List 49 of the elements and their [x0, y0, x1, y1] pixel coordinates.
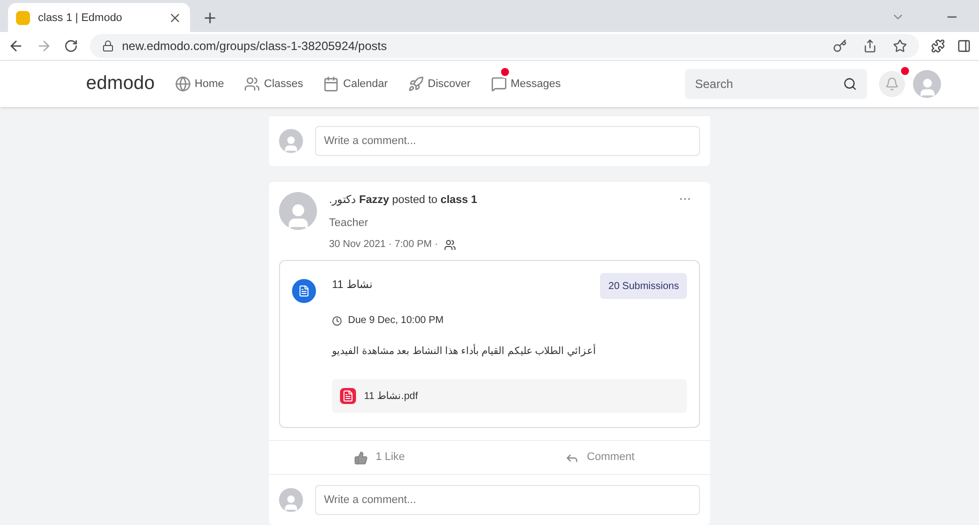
tab-title: class 1 | Edmodo: [38, 10, 124, 26]
side-panel-icon[interactable]: [957, 39, 971, 54]
avatar-icon: [279, 129, 303, 153]
comment-button[interactable]: Comment: [490, 449, 710, 466]
comment-input-field[interactable]: Write a comment...: [315, 126, 700, 156]
address-text: new.edmodo.com/groups/class-1-38205924/posts: [122, 38, 388, 56]
search-icon[interactable]: [843, 76, 857, 91]
bell-icon: [885, 76, 899, 91]
assignment-description: أعزائي الطلاب عليكم القيام بأداء هذا النشاط بعد مشاهدة الفيديو: [332, 344, 687, 359]
search-field[interactable]: Search: [685, 68, 867, 99]
class-icon: [444, 238, 456, 250]
thumbs-up-icon: [354, 450, 368, 464]
reload-icon[interactable]: [64, 39, 78, 54]
address-bar[interactable]: new.edmodo.com/groups/class-1-38205924/posts: [90, 34, 919, 58]
nav-link[interactable]: Discover: [408, 76, 471, 92]
nav-link[interactable]: Home: [174, 76, 224, 92]
post-date: 30 Nov 2021 · 7:00 PM ·: [329, 238, 438, 252]
nav-item-icon: [174, 76, 191, 92]
avatar-icon: [279, 488, 303, 512]
share-icon[interactable]: [863, 39, 877, 54]
author-role: Teacher: [329, 216, 370, 230]
pdf-file-icon: [340, 388, 356, 404]
nav-item-icon: [244, 76, 260, 92]
attachment-card[interactable]: نشاط 11.pdf: [332, 379, 687, 413]
edmodo-favicon-icon: [16, 10, 30, 25]
extensions-icon[interactable]: [931, 39, 945, 54]
key-icon[interactable]: [833, 39, 847, 54]
browser-tab[interactable]: class 1 | Edmodo: [8, 3, 190, 32]
back-icon[interactable]: [8, 38, 24, 54]
nav-item-icon: [323, 76, 340, 92]
edmodo-logo[interactable]: edmodo: [86, 70, 155, 98]
submissions-button[interactable]: 20 Submissions: [600, 273, 687, 299]
nav-link[interactable]: Calendar: [323, 76, 388, 92]
more-options-icon[interactable]: [680, 198, 692, 202]
comment-input-field[interactable]: Write a comment...: [315, 485, 700, 515]
avatar-icon: [913, 70, 941, 98]
clock-icon: [332, 316, 342, 326]
bookmark-star-icon[interactable]: [893, 39, 907, 54]
nav-item-icon: [408, 76, 424, 92]
avatar-icon: [279, 192, 317, 230]
assignment-icon: [292, 279, 316, 303]
nav-item-icon: [490, 76, 507, 92]
nav-link[interactable]: Messages: [490, 76, 561, 92]
lock-icon: [102, 40, 114, 52]
assignment-title: نشاط 11: [332, 278, 374, 293]
due-date: Due 9 Dec, 10:00 PM: [348, 314, 444, 328]
attachment-filename: نشاط 11.pdf: [364, 390, 418, 404]
like-button[interactable]: 1 Like: [269, 449, 490, 466]
nav-link[interactable]: Classes: [244, 76, 304, 92]
